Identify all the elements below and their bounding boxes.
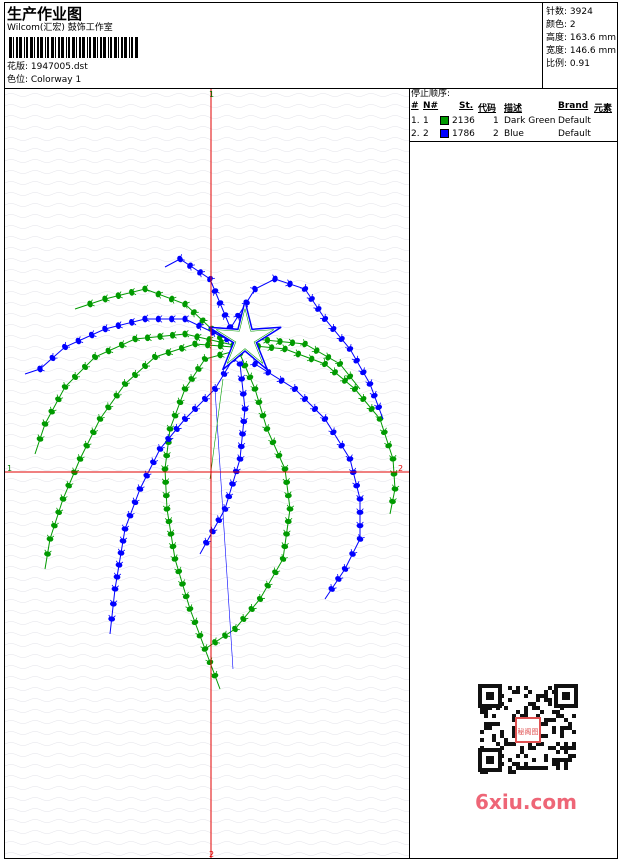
colorway-name: 色位: Colorway 1 (7, 75, 82, 85)
col-header-stitches: St. (459, 101, 474, 111)
color-swatch-blue (440, 129, 449, 138)
axis-marker-right: 2 (398, 464, 403, 473)
row-needle: 2 (423, 129, 429, 139)
row-index: 2. (411, 129, 420, 139)
fabric-texture (5, 93, 409, 856)
row-index: 1. (411, 116, 420, 126)
row-code: 1 (493, 116, 499, 126)
col-header-brand: Brand (558, 101, 589, 111)
row-stitches: 2136 (452, 116, 475, 126)
embroidery-canvas: 1 2 1 2 (5, 89, 409, 858)
row-needle: 1 (423, 116, 429, 126)
stat-stitches: 针数: 3924 (546, 7, 593, 17)
axis-marker-bottom: 2 (209, 850, 214, 858)
stat-width: 宽度: 146.6 mm (546, 46, 617, 56)
stat-scale: 比例: 0.91 (546, 59, 590, 69)
svg-text:秘阁图: 秘阁图 (518, 727, 539, 736)
stat-colors: 颜色: 2 (546, 20, 576, 30)
axis-marker-left: 1 (7, 464, 12, 473)
row-brand: Default (558, 129, 591, 139)
barcode (9, 37, 138, 58)
col-header-description: 描述 (504, 104, 523, 114)
page-title: 生产作业图 (7, 5, 83, 23)
watermark-text: 6xiu.com (475, 790, 577, 814)
qr-code: 秘阁图 (472, 682, 580, 778)
axis-marker-top: 1 (209, 90, 214, 99)
software-label: Wilcom(汇宏) 鼓饰工作室 (7, 23, 113, 33)
stats-divider (542, 2, 543, 88)
col-header-needle: N# (423, 101, 439, 111)
row-description: Blue (504, 129, 524, 139)
col-header-element: 元素 (594, 104, 613, 114)
row-stitches: 1786 (452, 129, 475, 139)
row-code: 2 (493, 129, 499, 139)
row-brand: Default (558, 116, 591, 126)
panel-bottom-divider (409, 141, 618, 142)
panel-divider (409, 88, 410, 859)
color-swatch-green (440, 116, 449, 125)
row-description: Dark Green (504, 116, 556, 126)
col-header-code: 代码 (478, 104, 497, 114)
col-header-index: # (411, 101, 419, 111)
stat-height: 高度: 163.6 mm (546, 33, 617, 43)
design-name: 花版: 1947005.dst (7, 62, 88, 72)
design-stats: 针数: 3924 颜色: 2 高度: 163.6 mm 宽度: 146.6 mm… (546, 6, 616, 71)
stop-sequence-title: 停止顺序: (411, 89, 451, 99)
